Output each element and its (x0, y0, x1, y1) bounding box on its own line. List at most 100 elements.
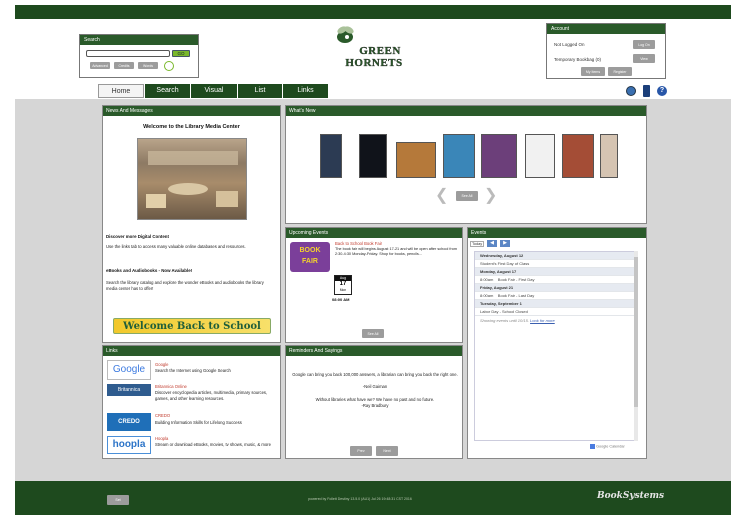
bookbag-label[interactable]: Temporary Bookbag (0) (554, 57, 601, 62)
prev-button[interactable]: Prev (350, 446, 372, 456)
book-fair-logo-line-1: BOOK (299, 247, 321, 254)
hoopla-logo[interactable]: hoopla (107, 436, 151, 454)
my-items-button[interactable]: My Items (581, 67, 605, 76)
calendar-day: 17 (339, 281, 347, 287)
search-input[interactable] (86, 50, 170, 57)
event-item[interactable]: Student's First Day of Class (475, 260, 635, 268)
mobile-icon[interactable] (643, 85, 650, 97)
links-panel: Links Google Google Search the Internet … (102, 345, 281, 459)
next-button[interactable]: Next (376, 446, 398, 456)
news-text-1: Use the links tab to access many valuabl… (106, 244, 246, 249)
see-all-new-button[interactable]: See All (456, 191, 478, 201)
book-cover[interactable] (600, 134, 618, 178)
news-text-2: Search the library catalog and explore t… (106, 280, 264, 291)
events-list: Wednesday, August 12 Student's First Day… (474, 251, 636, 441)
link-google[interactable]: Google (155, 362, 169, 368)
book-cover[interactable] (396, 142, 436, 178)
google-calendar-badge[interactable]: Google Calendar (590, 444, 625, 449)
news-header: News And Messages (103, 106, 280, 116)
events-header: Events (468, 228, 646, 238)
event-item[interactable]: Labor Day - School Closed (475, 308, 635, 316)
chevron-right-icon[interactable]: ❯ (484, 188, 497, 204)
quote-2-author: -Ray Bradbury (361, 403, 389, 408)
link-hoopla-desc: Stream or download eBooks, movies, tv sh… (155, 442, 271, 447)
link-credo[interactable]: CREDO (155, 413, 170, 419)
britannica-logo[interactable]: Britannica (107, 384, 151, 396)
brand-line-2: HORNETS (345, 57, 403, 69)
scrollbar[interactable] (634, 251, 638, 441)
library-photo (137, 138, 247, 220)
news-panel: News And Messages Welcome to the Library… (102, 105, 281, 343)
welcome-banner: Welcome Back to School (113, 318, 271, 334)
link-google-desc: Search the Internet using Google Search (155, 368, 231, 373)
event-day: Tuesday, September 1 (475, 300, 635, 308)
event-text: Book Fair - First Day (497, 277, 535, 282)
event-item[interactable]: 8:00am Book Fair - First Day (475, 276, 635, 284)
app-frame: Search GO Advanced Credits Words GREEN H… (15, 5, 731, 515)
tab-visual[interactable]: Visual (191, 84, 237, 98)
upcoming-events-header: Upcoming Events (286, 228, 462, 238)
prev-arrow-icon[interactable]: ◀ (487, 240, 497, 247)
event-time: 8:00am (480, 277, 494, 282)
book-fair-logo: BOOK FAIR (290, 242, 330, 272)
book-cover[interactable] (443, 134, 475, 178)
brand-line-1: GREEN (359, 45, 401, 57)
credits-button[interactable]: Credits (114, 62, 134, 69)
look-for-more-link[interactable]: Look for more (530, 318, 555, 323)
link-britannica[interactable]: Britannica Online (155, 384, 187, 390)
event-time: 8:00am (480, 293, 494, 298)
book-cover[interactable] (481, 134, 517, 178)
event-description: The book fair will begins August 17-21 a… (335, 247, 457, 257)
event-day: Monday, August 17 (475, 268, 635, 276)
help-icon[interactable]: ? (657, 86, 667, 96)
search-title: Search (80, 35, 198, 45)
link-hoopla[interactable]: Hoopla (155, 436, 168, 442)
book-cover[interactable] (320, 134, 342, 178)
news-subheading-1: Discover more Digital Content (106, 234, 169, 239)
welcome-banner-text: Welcome Back to School (123, 321, 261, 332)
calendar-dow: Mon (339, 288, 347, 292)
book-cover[interactable] (359, 134, 387, 178)
book-fair-logo-line-2: FAIR (302, 258, 318, 265)
book-cover[interactable] (562, 134, 594, 178)
see-all-events-button[interactable]: See All (362, 329, 384, 338)
view-bookbag-button[interactable]: View (633, 54, 655, 63)
advanced-button[interactable]: Advanced (90, 62, 110, 69)
event-title-link[interactable]: Back to School Book Fair (335, 241, 382, 247)
account-title: Account (547, 24, 665, 34)
tab-home[interactable]: Home (98, 84, 144, 98)
today-button[interactable]: Today (470, 241, 485, 247)
event-text: Book Fair - Last Day (497, 293, 535, 298)
quote-1: Google can bring you back 100,000 answer… (292, 372, 458, 377)
whats-new-panel: What's New ❮ See All ❯ (285, 105, 647, 224)
footer-button[interactable]: Set (107, 495, 129, 505)
news-subheading-2: eBooks and Audiobooks - Now Available! (106, 268, 193, 273)
search-box: Search GO Advanced Credits Words (79, 34, 199, 78)
whats-new-header: What's New (286, 106, 646, 116)
go-button[interactable]: GO (172, 50, 190, 57)
reminders-header: Reminders And Sayings (286, 346, 462, 356)
link-britannica-desc: Discover encyclopedia articles, multimed… (155, 390, 268, 401)
quote-1-author: -Neil Gaiman (362, 384, 388, 389)
tab-search[interactable]: Search (145, 84, 190, 98)
tab-list[interactable]: List (238, 84, 282, 98)
book-cover[interactable] (525, 134, 555, 178)
tab-links[interactable]: Links (283, 84, 328, 98)
top-bar (15, 5, 731, 19)
event-day: Wednesday, August 12 (475, 252, 635, 260)
globe-icon[interactable] (626, 86, 636, 96)
log-on-button[interactable]: Log On (633, 40, 655, 49)
help-circle-icon[interactable] (164, 61, 174, 71)
credo-logo[interactable]: CREDO (107, 413, 151, 431)
next-arrow-icon[interactable]: ▶ (500, 240, 510, 247)
google-logo[interactable]: Google (107, 360, 151, 380)
footer: Set powered by Follett Destiny 13.5.0 (A… (15, 481, 731, 515)
hornet-logo-icon (333, 23, 357, 47)
events-footnote: Showing events until 10/15. Look for mor… (475, 316, 635, 325)
chevron-left-icon[interactable]: ❮ (435, 188, 448, 204)
register-button[interactable]: Register (608, 67, 632, 76)
booksystems-logo: BookSystems (597, 491, 665, 501)
words-button[interactable]: Words (138, 62, 158, 69)
upcoming-events-panel: Upcoming Events BOOK FAIR Back to School… (285, 227, 463, 343)
event-item[interactable]: 8:00am Book Fair - Last Day (475, 292, 635, 300)
